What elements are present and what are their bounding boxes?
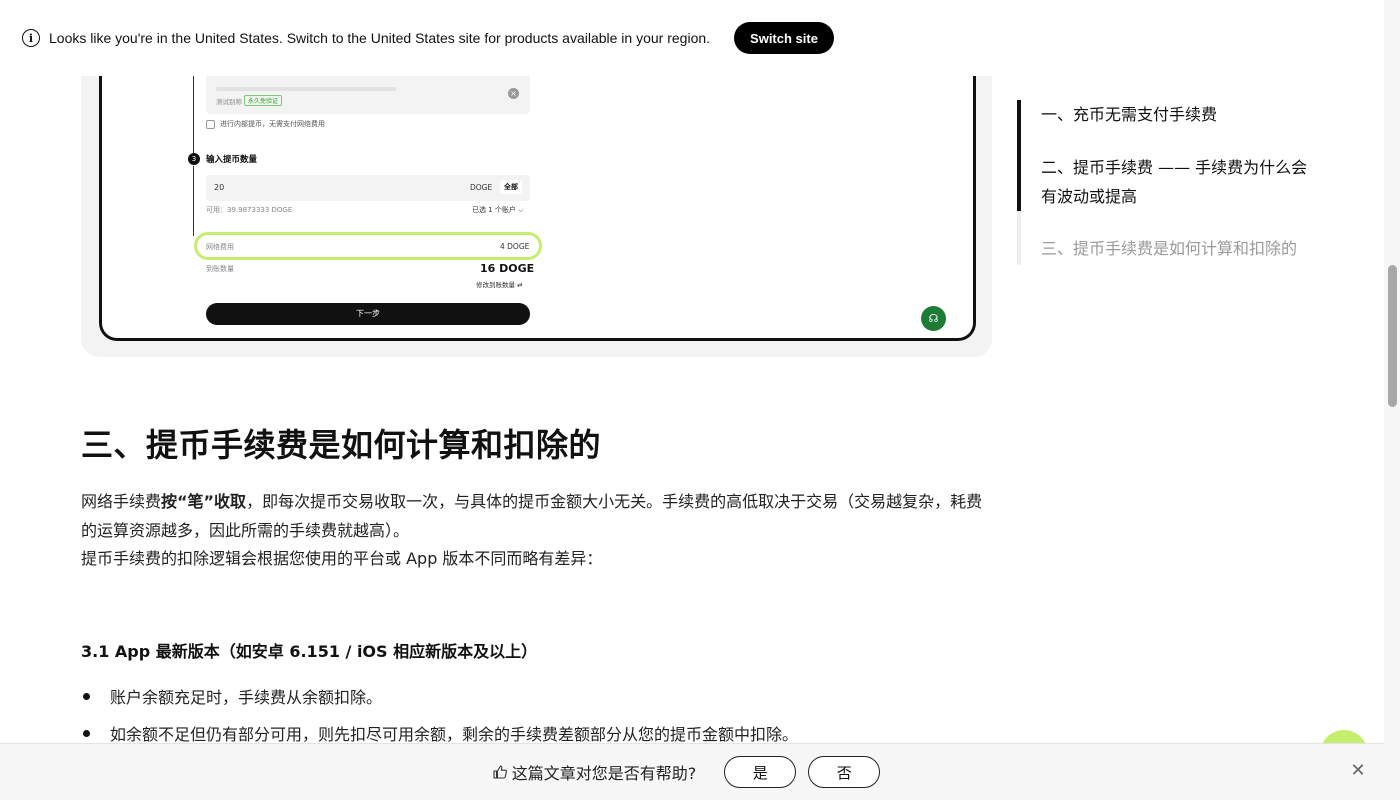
all-label: 全部 [500, 180, 522, 194]
thumbs-up-icon [493, 765, 507, 779]
region-message: Looks like you're in the United States. … [49, 30, 711, 46]
scrollbar-thumb[interactable] [1388, 265, 1397, 407]
toc-item-deposit-fee[interactable]: 一、充币无需支付手续费 [1017, 100, 1317, 139]
subsection-title: 3.1 App 最新版本（如安卓 6.151 / iOS 相应新版本及以上） [81, 642, 538, 661]
toc-item-withdraw-fee[interactable]: 二、提币手续费 —— 手续费为什么会有波动或提高 [1017, 139, 1317, 211]
step-line-lower [193, 166, 194, 236]
feedback-no-button[interactable]: 否 [808, 756, 881, 788]
bullet-dot [83, 692, 90, 700]
feedback-bar: 这篇文章对您是否有帮助? 是 否 [0, 743, 1384, 800]
address-placeholder-line [216, 87, 396, 91]
feedback-question: 这篇文章对您是否有帮助? [511, 764, 697, 783]
info-icon: i [22, 29, 40, 47]
feedback-yes-button[interactable]: 是 [724, 756, 797, 788]
region-banner: i Looks like you're in the United States… [0, 0, 1384, 76]
selected-accounts: 已选 1 个账户 ⌵ [472, 206, 524, 214]
step-title: 输入提币数量 [206, 155, 258, 165]
paragraph-fee-per-transaction: 网络手续费按“笔”收取，即每次提币交易收取一次，与具体的提币金额大小无关。手续费… [81, 492, 983, 540]
list-item: 账户余额充足时，手续费从余额扣除。 [81, 684, 382, 708]
switch-site-button[interactable]: Switch site [734, 22, 834, 54]
amount-currency: DOGE [470, 183, 493, 192]
fee-value: 4 DOGE [500, 242, 530, 251]
address-tag: 测试别称 [216, 98, 242, 106]
available-balance: 可用：39.9873333 DOGE [206, 206, 293, 214]
article-image-withdraw-form: 测试别称 永久免验证 × 进行内部提币，无需支付网络费用 3 输入提币数量 20… [99, 60, 976, 341]
receive-value: 16 DOGE [480, 262, 535, 275]
paragraph-deduction-logic: 提币手续费的扣除逻辑会根据您使用的平台或 App 版本不同而略有差异： [81, 549, 603, 568]
toc-item-fee-calculation[interactable]: 三、提币手续费是如何计算和扣除的 [1017, 211, 1317, 265]
list-item: 如余额不足但仍有部分可用，则先扣尽可用余额，剩余的手续费差额部分从您的提币金额中… [81, 721, 798, 745]
fee-highlight [194, 232, 542, 260]
section-title: 三、提币手续费是如何计算和扣除的 [81, 426, 602, 464]
internal-transfer-checkbox [206, 120, 215, 129]
receive-label: 到账数量 [206, 265, 234, 273]
bullet-dot [83, 729, 90, 737]
support-icon: ☊ [921, 306, 946, 331]
close-icon[interactable]: ✕ [1350, 762, 1366, 780]
modify-receive-label: 修改到账数量 ⇄ [476, 281, 523, 289]
verify-badge: 永久免验证 [244, 95, 283, 106]
clear-icon: × [508, 88, 519, 99]
step-number-badge: 3 [188, 153, 200, 165]
address-box [206, 74, 530, 114]
internal-transfer-label: 进行内部提币，无需支付网络费用 [220, 120, 325, 128]
amount-value: 20 [214, 183, 225, 192]
table-of-contents: 一、充币无需支付手续费 二、提币手续费 —— 手续费为什么会有波动或提高 三、提… [1017, 100, 1317, 265]
next-step-button: 下一步 [206, 303, 530, 325]
fee-label: 网络费用 [206, 243, 234, 251]
